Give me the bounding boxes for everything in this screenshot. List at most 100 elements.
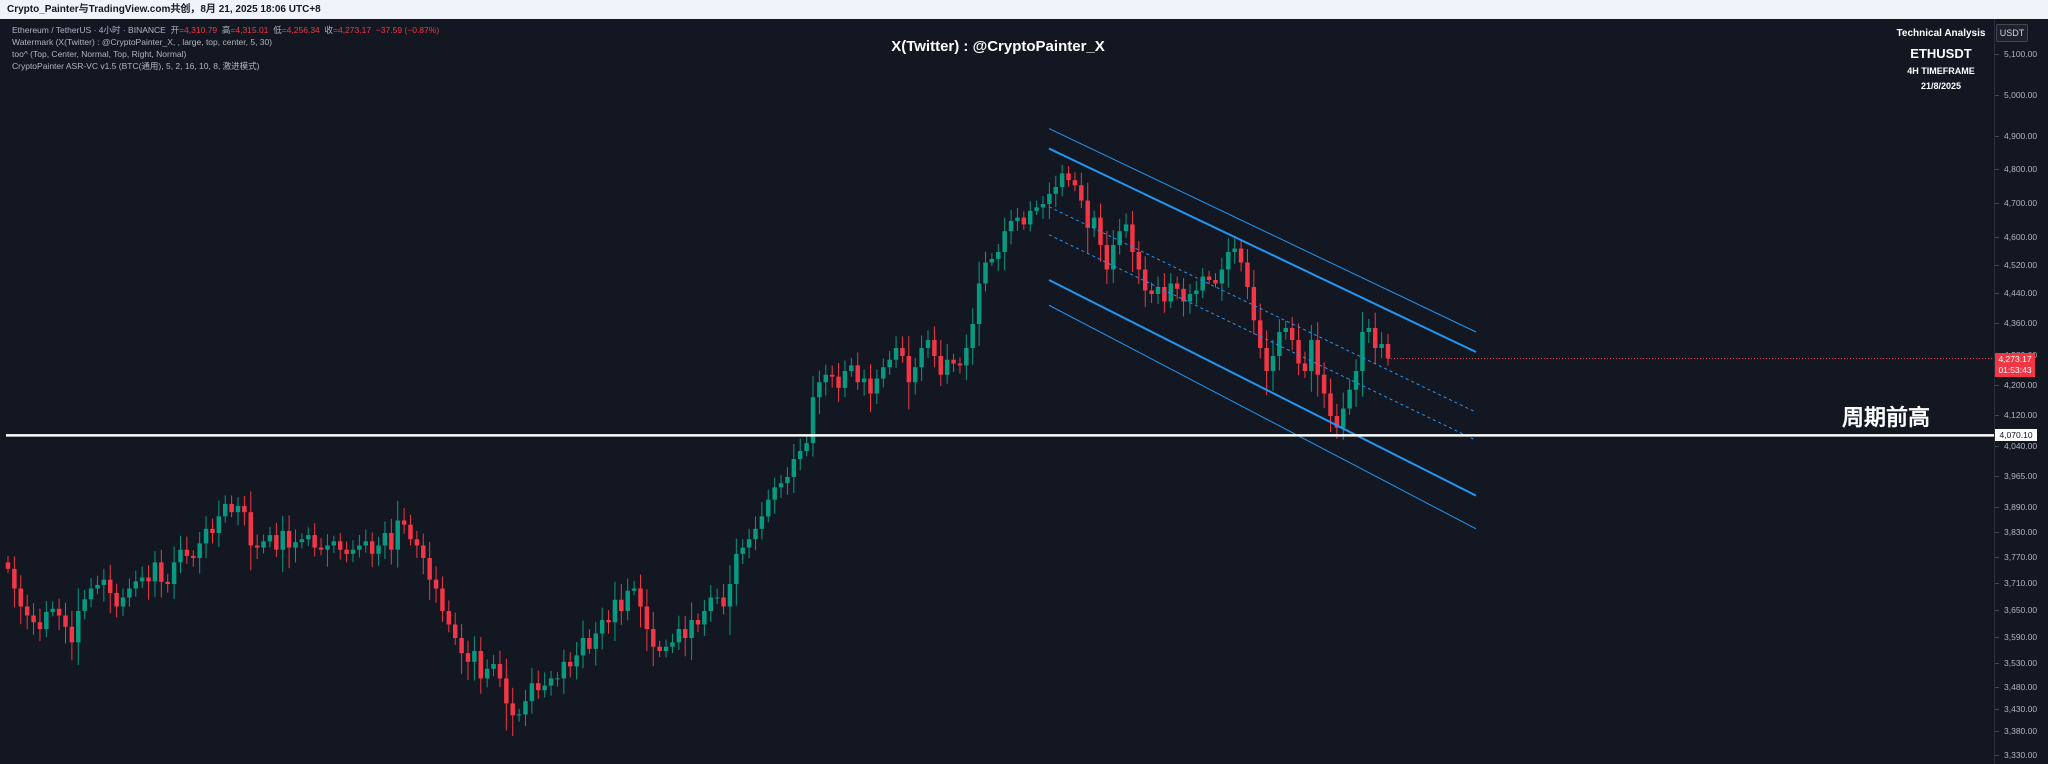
candle-body <box>868 378 873 394</box>
candle-body <box>797 451 803 459</box>
candle-body <box>1136 252 1142 270</box>
candle-body <box>401 520 407 525</box>
candle-body <box>88 588 94 600</box>
candle-body <box>644 606 650 629</box>
price-tick-label: 3,710.00 <box>1995 578 2037 588</box>
candle-body <box>478 651 484 679</box>
candle-body <box>1059 173 1065 187</box>
candle-body <box>689 620 694 638</box>
candle-body <box>925 340 931 348</box>
channel-lower-line <box>1048 279 1477 497</box>
candle-body <box>286 530 292 548</box>
legend-asr-indicator[interactable]: CryptoPainter ASR-VC v1.5 (BTC(通用), 5, 2… <box>12 60 439 72</box>
candle-body <box>152 562 158 582</box>
candle-body <box>171 562 177 584</box>
candle-body <box>197 543 202 558</box>
candle-body <box>139 577 145 582</box>
candle-body <box>753 528 758 540</box>
candle-body <box>120 597 126 607</box>
candle-body <box>1072 180 1078 186</box>
candle-body <box>465 653 471 662</box>
candle-body <box>957 363 963 366</box>
price-tick-label: 4,800.00 <box>1995 164 2037 174</box>
candle-body <box>389 533 394 550</box>
price-axis[interactable]: 5,100.00 5,000.00 4,900.00 4,800.00 4,700.00… <box>1994 19 2048 764</box>
candle-body <box>127 588 132 598</box>
candle-body <box>548 678 554 686</box>
legend-low: =4,256.34 <box>281 25 320 35</box>
candle-body <box>452 624 458 638</box>
candle-body <box>12 568 17 589</box>
candle-body <box>714 597 720 599</box>
candle-body <box>536 683 541 691</box>
candle-body <box>1034 207 1039 211</box>
candle-body <box>1181 288 1186 302</box>
candle-body <box>874 378 880 394</box>
candle-body <box>1027 210 1033 225</box>
level-price-tag: 4,070.10 <box>1995 429 2037 442</box>
candle-body <box>1015 217 1020 221</box>
legend-close: =4,273.17 <box>333 25 372 35</box>
legend-change: −37.59 (−0.87%) <box>375 25 440 35</box>
legend-open-label: 开 <box>170 25 180 35</box>
candle-body <box>216 516 222 533</box>
price-chart[interactable] <box>0 0 1994 764</box>
candle-body <box>50 608 55 612</box>
candle-body <box>970 324 975 348</box>
candle-body <box>829 374 835 377</box>
legend-low-label: 低 <box>273 25 282 35</box>
candle-body <box>5 562 11 569</box>
candle-body <box>676 629 682 643</box>
candle-body <box>178 549 183 563</box>
candle-body <box>1053 187 1059 194</box>
candle-body <box>766 499 771 517</box>
candle-body <box>1277 332 1282 356</box>
candle-body <box>165 581 170 584</box>
candle-body <box>1302 363 1308 371</box>
candle-body <box>318 547 324 550</box>
candle-body <box>625 590 630 611</box>
candle-body <box>631 588 637 591</box>
candle-body <box>472 651 477 662</box>
candle-body <box>881 367 886 379</box>
candle-body <box>580 638 586 656</box>
candle-body <box>325 545 330 550</box>
price-tick-label: 4,040.00 <box>1995 441 2037 451</box>
candle-body <box>37 622 43 629</box>
candle-body <box>484 668 490 679</box>
candle-body <box>414 539 420 546</box>
price-tick-label: 4,120.00 <box>1995 410 2037 420</box>
candle-body <box>376 545 381 554</box>
candle-body <box>1321 374 1327 394</box>
candle-body <box>395 520 400 550</box>
candle-body <box>337 541 343 550</box>
price-tick-label: 3,330.00 <box>1995 750 2037 760</box>
candle-body <box>1296 340 1301 364</box>
price-tick-label: 5,000.00 <box>1995 90 2037 100</box>
candle-body <box>76 611 81 643</box>
ta-title: Technical Analysis <box>1896 28 1986 39</box>
candle-body <box>497 664 503 679</box>
candle-body <box>210 528 215 533</box>
candle-body <box>989 259 995 263</box>
candle-body <box>274 535 279 550</box>
candle-body <box>855 365 860 383</box>
candle-body <box>1123 224 1129 232</box>
candle-body <box>1117 231 1122 245</box>
candle-body <box>951 359 956 364</box>
price-tick-label: 3,770.00 <box>1995 552 2037 562</box>
candle-body <box>1174 283 1180 289</box>
candle-body <box>657 646 662 651</box>
candle-body <box>529 683 535 702</box>
candle-body <box>235 505 241 513</box>
candle-body <box>791 459 797 477</box>
currency-badge[interactable]: USDT <box>1996 24 2028 42</box>
candle-body <box>836 376 841 388</box>
candle-body <box>1328 393 1333 416</box>
candle-body <box>1040 204 1046 208</box>
candle-body <box>1257 320 1263 348</box>
candle-body <box>727 584 733 607</box>
candle-body <box>369 541 375 554</box>
candle-body <box>1002 231 1007 252</box>
candle-body <box>254 545 260 548</box>
